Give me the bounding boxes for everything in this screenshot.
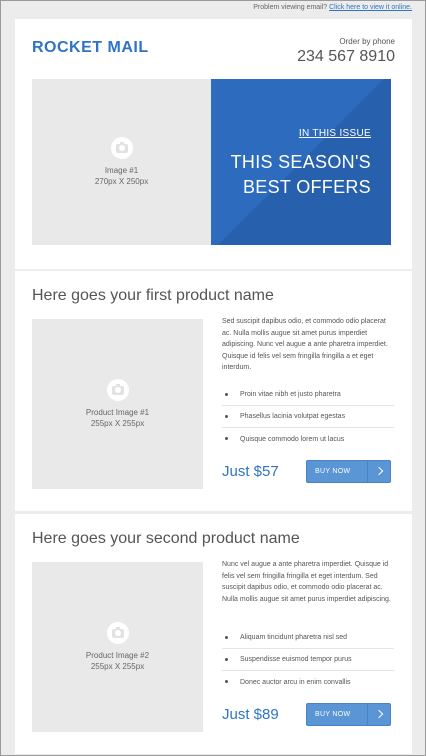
camera-icon xyxy=(106,622,129,644)
buy-now-button[interactable]: BUY NOW xyxy=(306,703,391,726)
button-divider xyxy=(367,704,368,725)
feature-list: Aliquam tincidunt pharetra nisl sed Susp… xyxy=(222,627,394,693)
product-title: Here goes your first product name xyxy=(32,287,274,304)
buy-now-label: BUY NOW xyxy=(315,468,351,475)
product-image-size: 255px X 255px xyxy=(90,662,145,671)
view-online-link[interactable]: Click here to view it online. xyxy=(329,4,412,11)
product-price: Just $57 xyxy=(222,463,279,480)
camera-icon xyxy=(106,379,129,401)
hero-banner[interactable]: IN THIS ISSUE THIS SEASON'S BEST OFFERS xyxy=(211,79,391,245)
hero-image-size: 270px X 250px xyxy=(94,177,149,186)
product-image-placeholder: Product Image #2 255px X 255px xyxy=(32,562,203,732)
phone-label: Order by phone xyxy=(339,37,395,46)
product-description: Nunc vel augue a ante pharetra imperdiet… xyxy=(222,561,391,603)
product-price: Just $89 xyxy=(222,706,279,723)
buy-now-label: BUY NOW xyxy=(315,711,351,718)
product-image-label: Product Image #2 xyxy=(85,651,150,660)
chevron-right-icon xyxy=(374,466,384,476)
product-card-1: Here goes your first product name Produc… xyxy=(15,271,412,511)
logo[interactable]: ROCKET MAIL xyxy=(32,39,149,57)
header-card: ROCKET MAIL Order by phone 234 567 8910 … xyxy=(15,19,412,269)
hero-title-line1: THIS SEASON'S xyxy=(230,152,371,172)
feature-item: Phasellus lacinia volutpat egestas xyxy=(222,406,394,428)
product-description: Sed suscipit dapibus odio, et commodo od… xyxy=(222,318,388,372)
product-image-placeholder: Product Image #1 255px X 255px xyxy=(32,319,203,489)
preheader: Problem viewing email? Click here to vie… xyxy=(253,4,412,11)
buy-now-button[interactable]: BUY NOW xyxy=(306,460,391,483)
feature-item: Suspendisse euismod tempor purus xyxy=(222,649,394,671)
feature-item: Aliquam tincidunt pharetra nisl sed xyxy=(222,627,394,649)
hero-image-placeholder: Image #1 270px X 250px xyxy=(32,79,211,245)
hero-image-label: Image #1 xyxy=(104,166,139,175)
product-title: Here goes your second product name xyxy=(32,530,300,547)
feature-item: Donec auctor arcu in enim convallis xyxy=(222,671,394,693)
product-card-2: Here goes your second product name Produ… xyxy=(15,514,412,754)
button-divider xyxy=(367,461,368,482)
hero-title-line2: BEST OFFERS xyxy=(243,177,371,197)
chevron-right-icon xyxy=(374,709,384,719)
product-image-size: 255px X 255px xyxy=(90,419,145,428)
product-image-label: Product Image #1 xyxy=(85,408,150,417)
phone-number[interactable]: 234 567 8910 xyxy=(297,48,395,66)
feature-list: Proin vitae nibh et justo pharetra Phase… xyxy=(222,384,394,450)
preheader-text: Problem viewing email? xyxy=(253,4,328,11)
feature-item: Quisque commodo lorem ut lacus xyxy=(222,428,394,450)
camera-icon xyxy=(110,137,133,159)
hero-kicker[interactable]: IN THIS ISSUE xyxy=(299,128,371,139)
feature-item: Proin vitae nibh et justo pharetra xyxy=(222,384,394,406)
